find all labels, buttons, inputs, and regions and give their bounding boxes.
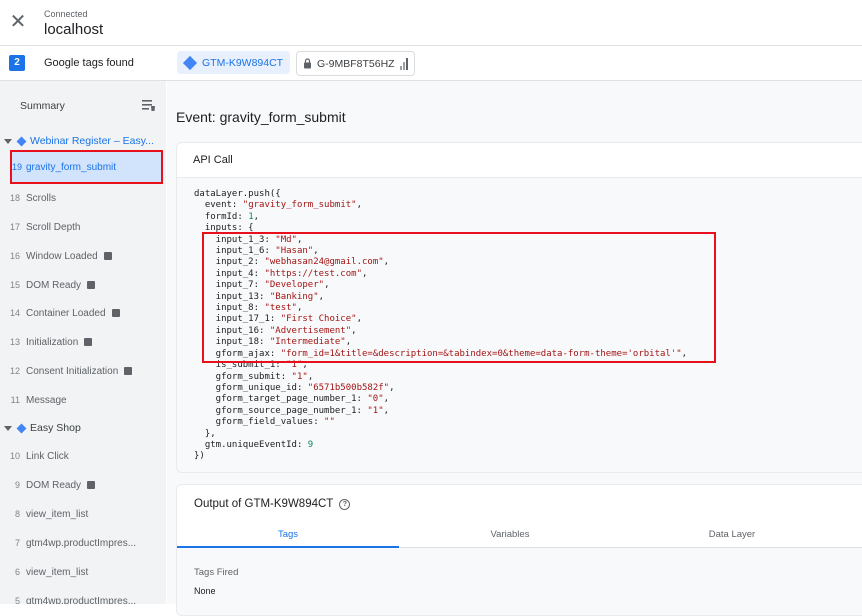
event-number: 10 (9, 451, 20, 461)
event-label: Consent Initialization (26, 365, 119, 377)
event-label: Window Loaded (26, 250, 98, 262)
analytics-bars-icon (399, 57, 408, 70)
sidebar-event-item[interactable]: 8 view_item_list (0, 502, 166, 526)
output-header: Output of GTM-K9W894CT ? (177, 485, 862, 523)
output-card: Output of GTM-K9W894CT ? Tags Variables … (176, 484, 862, 616)
main-panel: Event: gravity_form_submit API Call data… (167, 81, 862, 616)
top-bar: ✕ Connected localhost (0, 0, 862, 46)
event-label: Container Loaded (26, 307, 106, 319)
sidebar-event-item[interactable]: 11 Message (0, 388, 166, 412)
event-label: gtm4wp.productImpres... (26, 595, 137, 605)
clear-list-icon[interactable] (142, 99, 156, 111)
event-number: 17 (9, 222, 20, 232)
event-label: Link Click (26, 450, 69, 462)
sidebar-event-item[interactable]: 7 gtm4wp.productImpres... (0, 531, 166, 555)
event-title: Event: gravity_form_submit (176, 109, 346, 125)
tag-icon (124, 367, 133, 375)
help-icon[interactable]: ? (339, 498, 351, 510)
event-number: 6 (14, 567, 20, 577)
sidebar-group-easy-shop[interactable]: Easy Shop (0, 418, 81, 438)
sidebar-event-item[interactable]: 10 Link Click (0, 444, 166, 468)
tab-variables[interactable]: Variables (399, 523, 621, 547)
event-label: Message (26, 394, 67, 406)
sidebar-group-webinar[interactable]: Webinar Register – Easy... (0, 131, 154, 151)
tab-data-layer[interactable]: Data Layer (621, 523, 843, 547)
tag-icon (87, 281, 96, 289)
close-icon[interactable]: ✕ (8, 12, 28, 32)
event-number: 5 (14, 596, 20, 604)
tag-icon (87, 481, 96, 489)
event-number: 18 (9, 193, 20, 203)
event-label: view_item_list (26, 566, 89, 578)
tags-fired-label: Tags Fired (194, 567, 239, 578)
collapse-arrow-icon (4, 138, 12, 144)
sidebar-event-item[interactable]: 13 Initialization (0, 330, 166, 354)
event-number: 19 (12, 162, 23, 172)
event-label: Initialization (26, 336, 79, 348)
event-number: 12 (9, 366, 20, 376)
tag-icon (84, 338, 93, 346)
tags-found-label: Google tags found (44, 57, 134, 69)
tags-count-badge: 2 (9, 55, 25, 71)
collapse-arrow-icon (4, 425, 12, 431)
api-call-card: API Call dataLayer.push({ event: "gravit… (176, 142, 862, 473)
event-number: 13 (9, 337, 20, 347)
gtm-diamond-icon (182, 55, 198, 70)
gtm-diamond-icon (16, 136, 27, 146)
output-tabs: Tags Variables Data Layer (177, 523, 862, 548)
sidebar-event-item[interactable]: 12 Consent Initialization (0, 359, 166, 383)
ga-tag-chip[interactable]: G-9MBF8T56HZ (296, 51, 415, 76)
output-title: Output of GTM-K9W894CT (194, 498, 334, 510)
sidebar-event-item[interactable]: 9 DOM Ready (0, 473, 166, 497)
tags-fired-value: None (194, 586, 216, 596)
datalayer-code: dataLayer.push({ event: "gravity_form_su… (194, 189, 688, 462)
sidebar-event-item[interactable]: 19 gravity_form_submit (10, 150, 163, 184)
event-label: DOM Ready (26, 279, 82, 291)
sidebar-event-item[interactable]: 14 Container Loaded (0, 301, 166, 325)
sidebar-event-item[interactable]: 17 Scroll Depth (0, 215, 166, 239)
ga-tag-id: G-9MBF8T56HZ (317, 57, 395, 70)
event-label: Scrolls (26, 192, 57, 204)
event-label: gtm4wp.productImpres... (26, 537, 137, 549)
tag-icon (103, 252, 112, 260)
event-label: gravity_form_submit (26, 161, 117, 173)
connected-host: localhost (44, 21, 104, 38)
gtm-container-id: GTM-K9W894CT (202, 56, 284, 69)
event-number: 9 (14, 480, 20, 490)
gtm-diamond-icon (16, 423, 27, 433)
sidebar-group-label: Webinar Register – Easy... (30, 135, 154, 147)
event-label: Scroll Depth (26, 221, 81, 233)
event-number: 15 (9, 280, 20, 290)
sidebar-event-item[interactable]: 15 DOM Ready (0, 273, 166, 297)
event-label: view_item_list (26, 508, 89, 520)
sidebar-event-item[interactable]: 18 Scrolls (0, 186, 166, 210)
tab-tags[interactable]: Tags (177, 523, 399, 548)
api-call-header: API Call (177, 143, 862, 178)
connection-status: Connected (44, 9, 88, 19)
event-number: 7 (14, 538, 20, 548)
tag-icon (111, 309, 120, 317)
event-label: DOM Ready (26, 479, 82, 491)
sidebar-event-item[interactable]: 6 view_item_list (0, 560, 166, 584)
sidebar-event-item[interactable]: 5 gtm4wp.productImpres... (0, 589, 166, 605)
sidebar: Summary Webinar Register – Easy... 19 gr… (0, 81, 166, 604)
lock-icon (304, 58, 311, 69)
event-number: 14 (9, 308, 20, 318)
event-number: 8 (14, 509, 20, 519)
summary-link[interactable]: Summary (20, 100, 65, 112)
tags-bar: 2 Google tags found GTM-K9W894CT G-9MBF8… (0, 46, 862, 81)
sidebar-event-item[interactable]: 16 Window Loaded (0, 244, 166, 268)
sidebar-group-label: Easy Shop (30, 422, 81, 434)
gtm-container-chip[interactable]: GTM-K9W894CT (177, 51, 291, 74)
event-number: 16 (9, 251, 20, 261)
event-number: 11 (10, 395, 20, 405)
